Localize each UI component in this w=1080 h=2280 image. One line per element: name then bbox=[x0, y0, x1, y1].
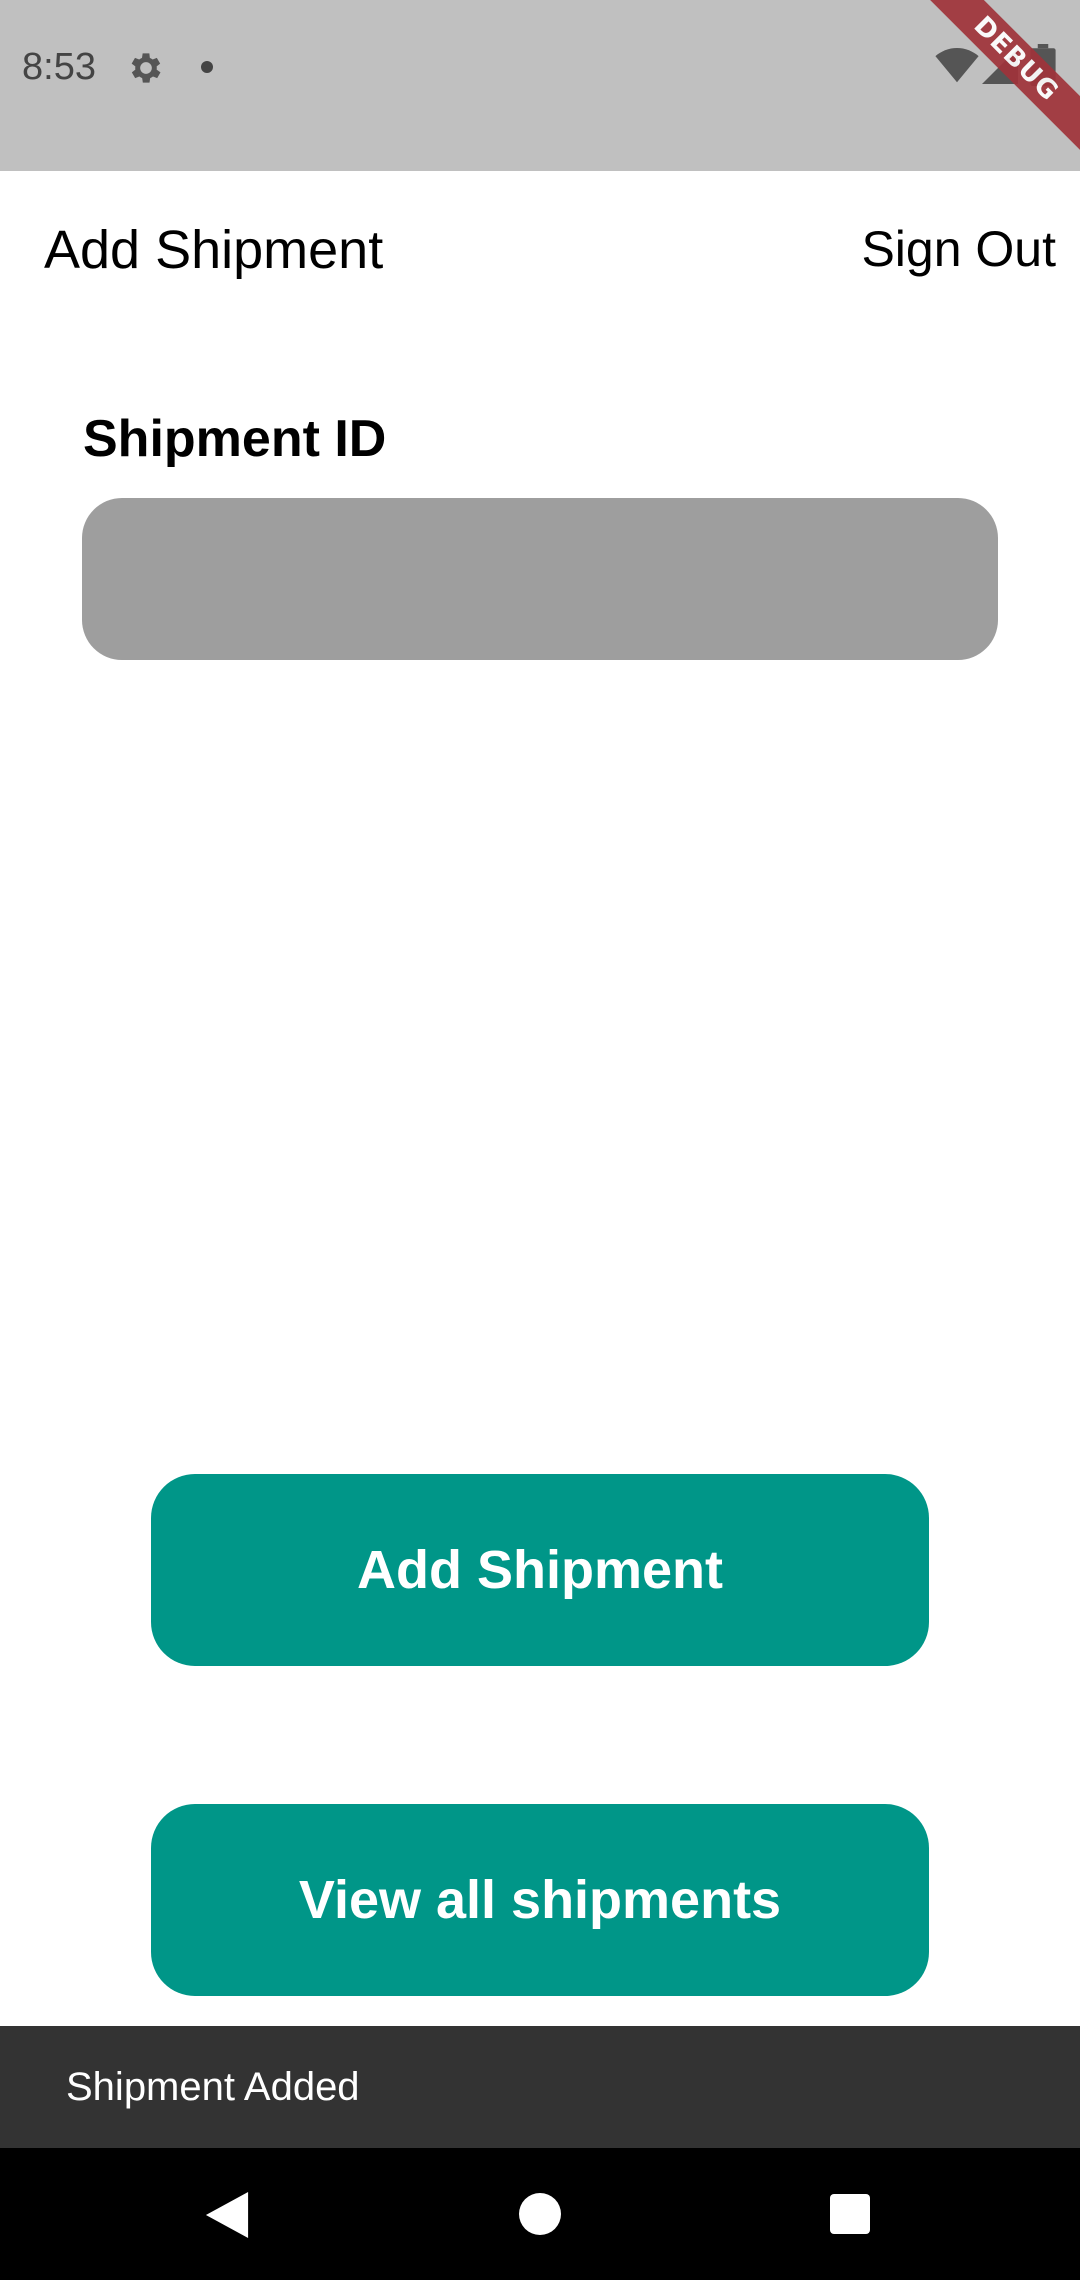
gear-icon bbox=[131, 53, 161, 83]
add-shipment-button[interactable]: Add Shipment bbox=[151, 1474, 929, 1666]
shipment-id-label: Shipment ID bbox=[83, 410, 387, 468]
status-time: 8:53 bbox=[22, 46, 96, 88]
view-all-shipments-button[interactable]: View all shipments bbox=[151, 1804, 929, 1996]
page-title: Add Shipment bbox=[44, 220, 384, 280]
recents-icon[interactable] bbox=[830, 2194, 870, 2234]
system-nav-bar bbox=[0, 2148, 1080, 2280]
debug-banner: DEBUG bbox=[920, 0, 1080, 160]
app-screen: 8:53 DEBUG Add Shipment Sign Out Shipmen… bbox=[0, 0, 1080, 2280]
sign-out-button[interactable]: Sign Out bbox=[861, 217, 1056, 281]
shipment-id-input[interactable] bbox=[82, 498, 998, 660]
status-bar: 8:53 DEBUG bbox=[0, 0, 1080, 171]
back-icon[interactable] bbox=[205, 2192, 249, 2238]
snackbar-message: Shipment Added bbox=[66, 2065, 360, 2109]
app-bar: Add Shipment Sign Out bbox=[0, 171, 1080, 331]
debug-label: DEBUG bbox=[920, 0, 1080, 158]
dot-icon bbox=[201, 61, 213, 73]
snackbar: Shipment Added bbox=[0, 2026, 1080, 2148]
home-icon[interactable] bbox=[519, 2193, 561, 2235]
